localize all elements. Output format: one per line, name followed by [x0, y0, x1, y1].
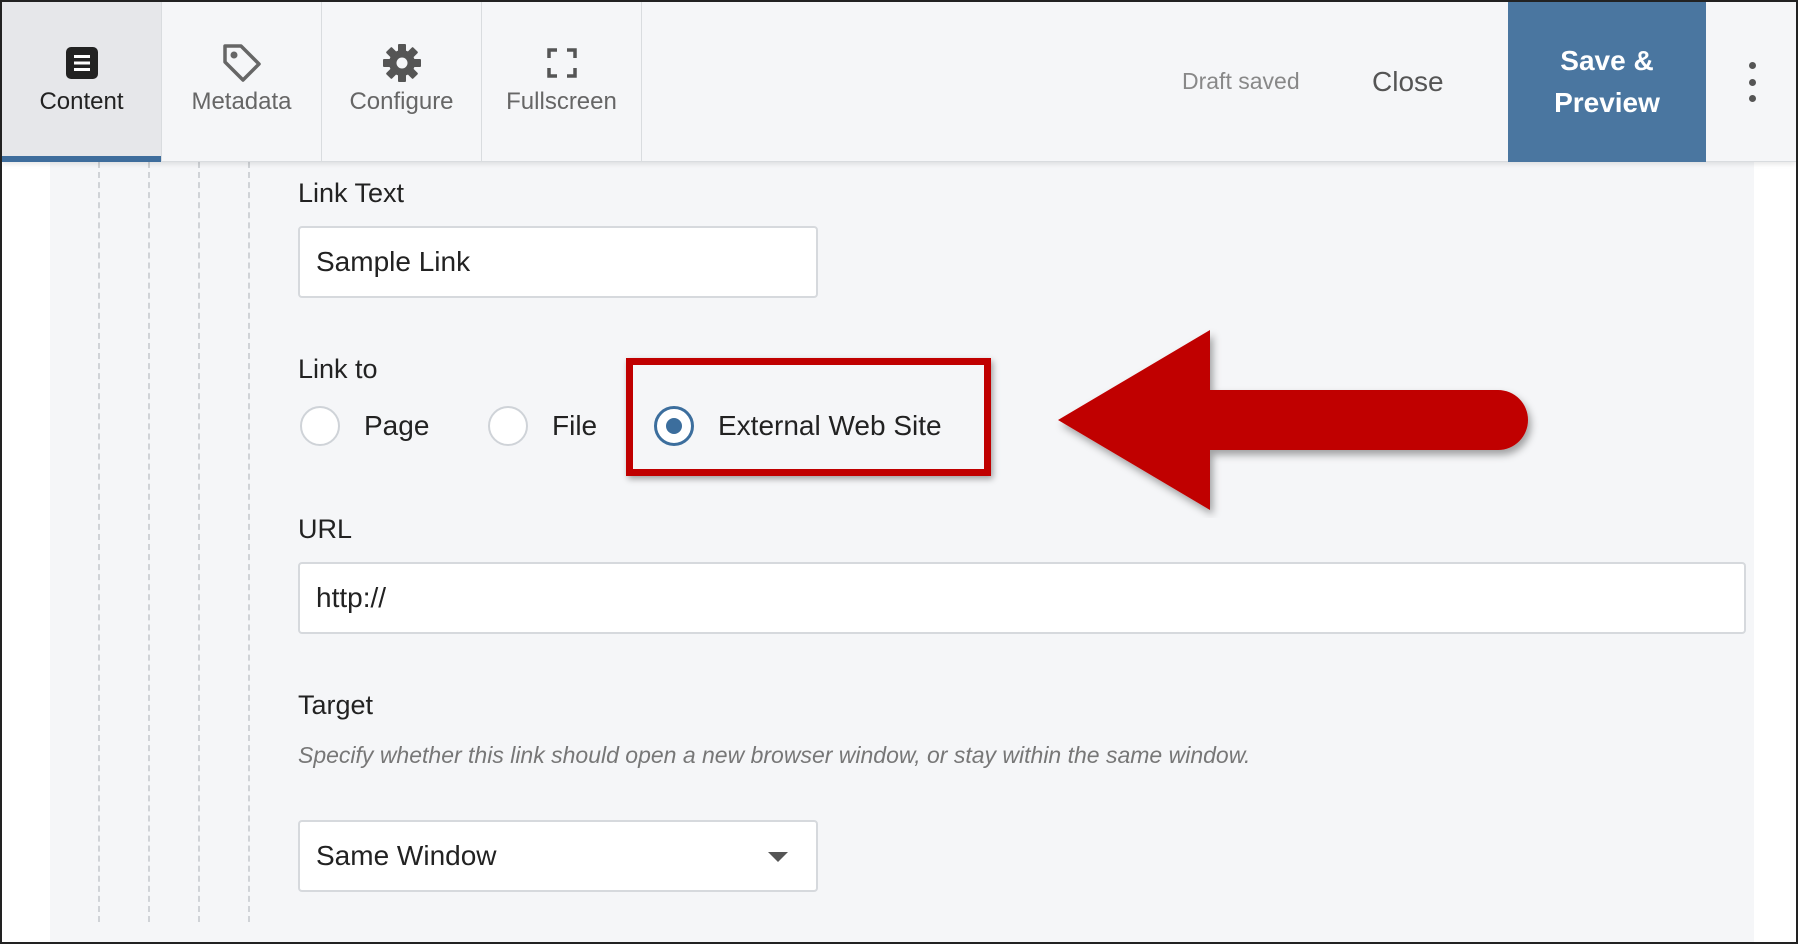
nesting-guide	[248, 162, 250, 922]
url-field[interactable]: http://	[298, 562, 1746, 634]
nesting-guide	[148, 162, 150, 922]
radio-file[interactable]: File	[488, 398, 597, 454]
save-preview-button[interactable]: Save & Preview	[1508, 2, 1706, 162]
tab-fullscreen-label: Fullscreen	[506, 88, 617, 115]
radio-file-label: File	[552, 410, 598, 441]
close-button[interactable]: Close	[1372, 66, 1444, 98]
editor-toolbar: Content Metadata Configure Fullscreen Dr…	[2, 2, 1796, 162]
nesting-guide	[198, 162, 200, 922]
vertical-ellipsis-icon[interactable]	[1740, 62, 1764, 102]
save-label-line2: Preview	[1554, 87, 1660, 118]
tab-configure[interactable]: Configure	[322, 2, 482, 162]
radio-page-label: Page	[364, 410, 430, 441]
annotation-highlight-box	[626, 358, 991, 476]
tag-icon	[162, 42, 321, 84]
target-select[interactable]: Same Window	[298, 820, 818, 892]
link-text-field[interactable]: Sample Link	[298, 226, 818, 298]
radio-page[interactable]: Page	[300, 398, 429, 454]
tab-metadata-label: Metadata	[191, 88, 292, 115]
tab-content[interactable]: Content	[2, 2, 162, 162]
fullscreen-icon	[482, 42, 641, 84]
target-select-value: Same Window	[316, 840, 497, 871]
annotation-arrow-icon	[1058, 330, 1528, 510]
window-frame: Content Metadata Configure Fullscreen Dr…	[0, 0, 1798, 944]
caret-down-icon	[768, 852, 788, 862]
save-label-line1: Save &	[1560, 45, 1654, 76]
nesting-guide	[98, 162, 100, 922]
radio-file-circle[interactable]	[488, 406, 528, 446]
tab-fullscreen[interactable]: Fullscreen	[482, 2, 642, 162]
target-help-text: Specify whether this link should open a …	[298, 742, 1251, 768]
tab-configure-label: Configure	[349, 88, 454, 115]
draft-status: Draft saved	[1182, 68, 1300, 94]
link-to-label: Link to	[298, 354, 378, 384]
tab-metadata[interactable]: Metadata	[162, 2, 322, 162]
document-icon	[2, 42, 161, 84]
url-label: URL	[298, 514, 353, 544]
radio-page-circle[interactable]	[300, 406, 340, 446]
link-text-label: Link Text	[298, 178, 405, 208]
target-label: Target	[298, 690, 374, 720]
gear-icon	[322, 42, 481, 84]
tab-content-label: Content	[39, 88, 124, 115]
